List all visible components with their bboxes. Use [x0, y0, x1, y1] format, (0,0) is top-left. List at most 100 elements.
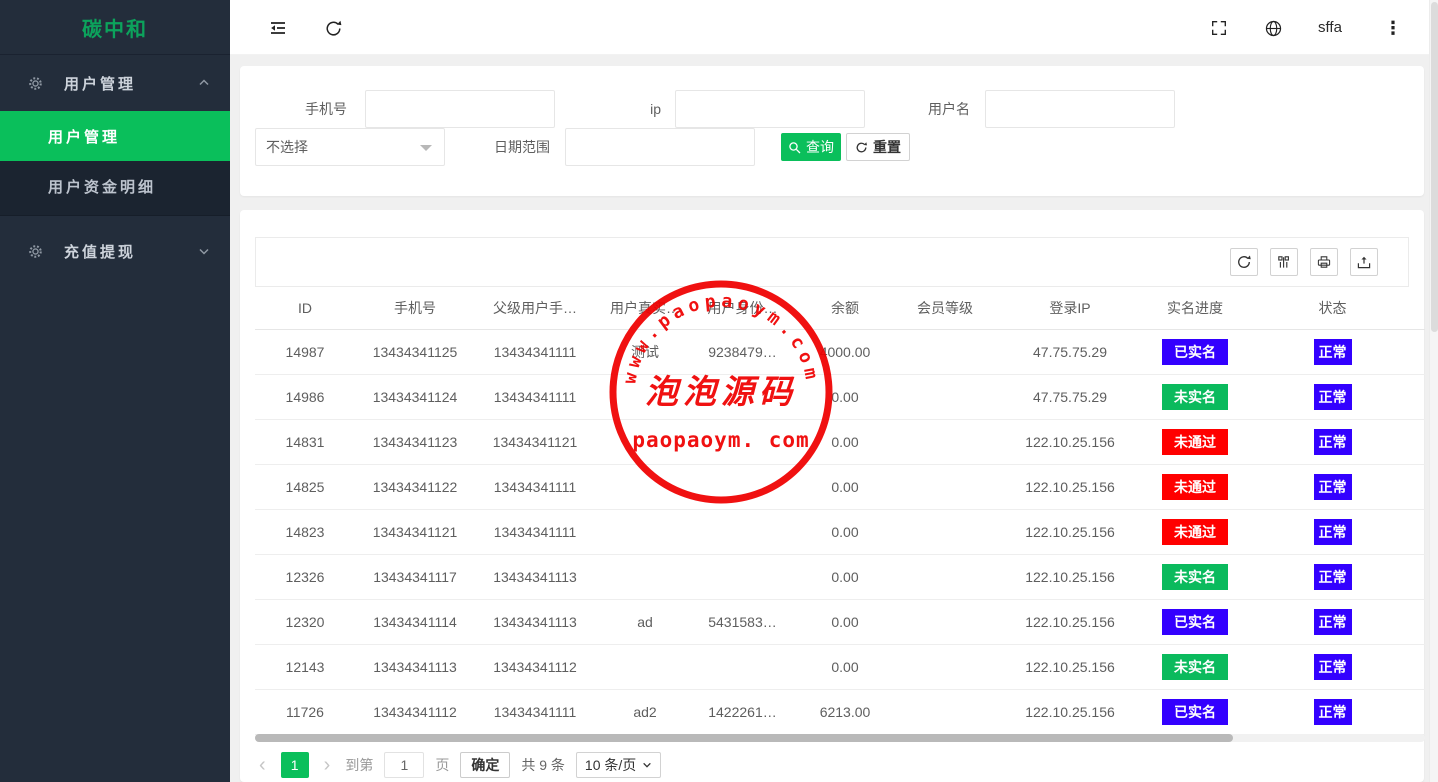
cell-level	[900, 420, 990, 464]
sidebar-item-user-management[interactable]: 用户管理	[0, 111, 230, 161]
horizontal-scrollbar[interactable]	[255, 734, 1425, 742]
phone-label: 手机号	[287, 90, 347, 128]
sidebar-item-label: 用户管理	[48, 126, 120, 147]
table-export-button[interactable]	[1350, 248, 1378, 276]
vertical-scrollbar-thumb[interactable]	[1431, 2, 1438, 332]
cell-realname	[595, 420, 695, 464]
columns-icon	[1276, 254, 1292, 270]
table-row[interactable]: 12320 13434341114 13434341113 ad 5431583…	[255, 600, 1425, 645]
cell-level	[900, 510, 990, 554]
table-row[interactable]: 14823 13434341121 13434341111 0.00 122.1…	[255, 510, 1425, 555]
cell-parent-phone: 13434341111	[475, 465, 595, 509]
table-row[interactable]: 11726 13434341112 13434341111 ad2 142226…	[255, 690, 1425, 735]
table-print-button[interactable]	[1310, 248, 1338, 276]
goto-page-input[interactable]	[384, 752, 424, 778]
cell-login-ip: 47.75.75.29	[990, 330, 1150, 374]
language-globe-icon[interactable]	[1259, 14, 1287, 42]
topbar: sffa ⋮	[230, 0, 1438, 55]
cell-phone: 13434341121	[355, 510, 475, 554]
horizontal-scrollbar-thumb[interactable]	[255, 734, 1233, 742]
status-badge: 正常	[1314, 519, 1352, 545]
cell-level	[900, 645, 990, 689]
verify-badge: 已实名	[1162, 609, 1228, 635]
col-header-level: 会员等级	[900, 287, 990, 329]
col-header-phone: 手机号	[355, 287, 475, 329]
col-header-login-ip: 登录IP	[990, 287, 1150, 329]
reset-button[interactable]: 重置	[846, 133, 910, 161]
verify-badge: 未通过	[1162, 429, 1228, 455]
filter-panel: 手机号 ip 用户名 不选择 日期范围 查询 重置	[240, 66, 1424, 196]
status-badge: 正常	[1314, 564, 1352, 590]
cell-id: 14823	[255, 510, 355, 554]
pagination: ‹ 1 › 到第 页 确定 共 9 条 10 条/页	[255, 751, 661, 779]
username-input[interactable]	[985, 90, 1175, 128]
cell-id: 14831	[255, 420, 355, 464]
fullscreen-icon[interactable]	[1205, 14, 1233, 42]
chevron-down-icon	[642, 760, 652, 770]
search-button[interactable]: 查询	[781, 133, 841, 161]
table-row[interactable]: 12326 13434341117 13434341113 0.00 122.1…	[255, 555, 1425, 600]
vertical-scrollbar[interactable]	[1429, 0, 1438, 782]
prev-page-button[interactable]: ‹	[255, 752, 270, 778]
status-badge: 正常	[1314, 339, 1352, 365]
cell-idcard: 9238479…	[695, 330, 790, 374]
cell-idcard	[695, 465, 790, 509]
table-row[interactable]: 14831 13434341123 13434341121 0.00 122.1…	[255, 420, 1425, 465]
cell-login-ip: 47.75.75.29	[990, 375, 1150, 419]
page-size-select[interactable]: 10 条/页	[576, 752, 661, 778]
date-range-input[interactable]	[565, 128, 755, 166]
cell-login-ip: 122.10.25.156	[990, 555, 1150, 599]
cell-balance: 0.00	[790, 465, 900, 509]
sidebar-submenu: 用户管理 用户资金明细	[0, 111, 230, 216]
collapse-sidebar-icon[interactable]	[264, 14, 292, 42]
reset-button-label: 重置	[873, 137, 901, 157]
table-row[interactable]: 14986 13434341124 13434341111 0.00 47.75…	[255, 375, 1425, 420]
cell-idcard	[695, 375, 790, 419]
status-badge: 正常	[1314, 384, 1352, 410]
cell-phone: 13434341124	[355, 375, 475, 419]
next-page-button[interactable]: ›	[320, 752, 335, 778]
more-menu-icon[interactable]: ⋮	[1379, 14, 1407, 42]
printer-icon	[1316, 254, 1332, 270]
verify-badge: 未实名	[1162, 564, 1228, 590]
cell-phone: 13434341112	[355, 690, 475, 734]
verify-badge: 已实名	[1162, 699, 1228, 725]
col-header-verify-progress: 实名进度	[1150, 287, 1240, 329]
table-columns-filter-button[interactable]	[1270, 248, 1298, 276]
cell-login-ip: 122.10.25.156	[990, 690, 1150, 734]
status-badge: 正常	[1314, 429, 1352, 455]
cell-balance: 0.00	[790, 645, 900, 689]
cell-level	[900, 600, 990, 644]
goto-suffix-label: 页	[435, 755, 449, 775]
username[interactable]: sffa	[1318, 0, 1342, 55]
current-page-button[interactable]: 1	[281, 752, 309, 778]
cell-level	[900, 465, 990, 509]
col-header-id: ID	[255, 287, 355, 329]
table-refresh-button[interactable]	[1230, 248, 1258, 276]
cell-level	[900, 330, 990, 374]
goto-confirm-button[interactable]: 确定	[460, 752, 510, 778]
cell-parent-phone: 13434341111	[475, 330, 595, 374]
cell-parent-phone: 13434341113	[475, 555, 595, 599]
cell-parent-phone: 13434341111	[475, 510, 595, 554]
cell-id: 12143	[255, 645, 355, 689]
type-select[interactable]: 不选择	[255, 128, 445, 166]
goto-prefix-label: 到第	[345, 755, 373, 775]
sidebar-group-user-management[interactable]: 用户管理	[0, 55, 230, 111]
table-row[interactable]: 12143 13434341113 13434341112 0.00 122.1…	[255, 645, 1425, 690]
ip-input[interactable]	[675, 90, 865, 128]
table-toolbar	[255, 237, 1409, 287]
cell-idcard: 1422261…	[695, 690, 790, 734]
export-icon	[1356, 254, 1372, 270]
verify-badge: 未实名	[1162, 384, 1228, 410]
table-row[interactable]: 14825 13434341122 13434341111 0.00 122.1…	[255, 465, 1425, 510]
phone-input[interactable]	[365, 90, 555, 128]
sidebar-item-user-funds-detail[interactable]: 用户资金明细	[0, 161, 230, 211]
cell-realname	[595, 555, 695, 599]
cell-parent-phone: 13434341111	[475, 690, 595, 734]
refresh-page-icon[interactable]	[319, 14, 347, 42]
sidebar-group-recharge-withdraw[interactable]: 充值提现	[0, 223, 230, 279]
table-row[interactable]: 14987 13434341125 13434341111 测试 9238479…	[255, 330, 1425, 375]
ip-label: ip	[621, 90, 661, 128]
cell-balance: 0.00	[790, 375, 900, 419]
